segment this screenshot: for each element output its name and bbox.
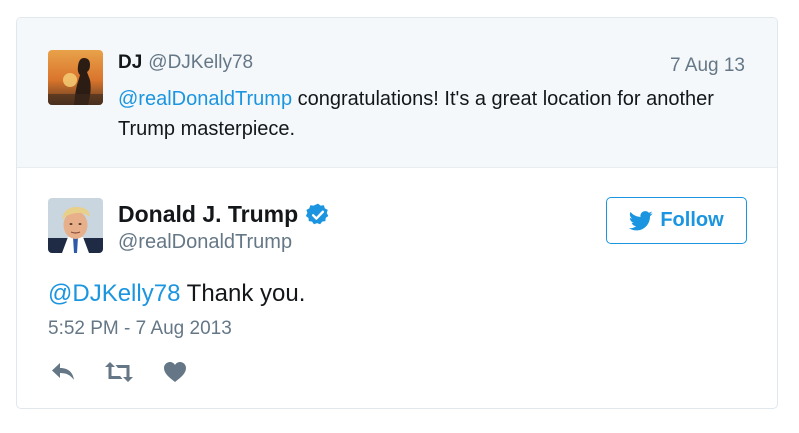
follow-label: Follow — [660, 209, 724, 231]
author-name-row[interactable]: Donald J. Trump — [118, 201, 331, 228]
bird-icon — [629, 210, 653, 230]
reply-icon[interactable] — [48, 359, 78, 385]
mention-link[interactable]: @DJKelly78 — [48, 280, 180, 307]
verified-badge-icon — [305, 202, 331, 228]
parent-mention-link[interactable]: @realDonaldTrump — [118, 88, 292, 110]
tweet-text: @DJKelly78 Thank you. — [48, 280, 305, 308]
portrait-avatar[interactable] — [48, 198, 103, 253]
sunset-silhouette-avatar[interactable] — [48, 50, 103, 105]
tweet-actions — [48, 359, 216, 385]
parent-author-name[interactable]: DJ — [118, 52, 142, 73]
parent-tweet[interactable]: DJ @DJKelly78 7 Aug 13 @realDonaldTrump c… — [17, 18, 777, 168]
parent-author[interactable]: DJ @DJKelly78 — [118, 52, 253, 74]
tweet-body: Thank you. — [180, 280, 306, 307]
parent-date[interactable]: 7 Aug 13 — [670, 55, 745, 77]
tweet-card: DJ @DJKelly78 7 Aug 13 @realDonaldTrump c… — [16, 17, 778, 409]
parent-author-handle[interactable]: @DJKelly78 — [148, 52, 253, 73]
author-name[interactable]: Donald J. Trump — [118, 201, 298, 228]
tweet-timestamp[interactable]: 5:52 PM - 7 Aug 2013 — [48, 318, 232, 340]
heart-icon[interactable] — [160, 359, 190, 385]
parent-tweet-text: @realDonaldTrump congratulations! It's a… — [118, 84, 718, 144]
retweet-icon[interactable] — [104, 359, 134, 385]
author-handle[interactable]: @realDonaldTrump — [118, 231, 292, 254]
follow-button[interactable]: Follow — [606, 197, 747, 244]
